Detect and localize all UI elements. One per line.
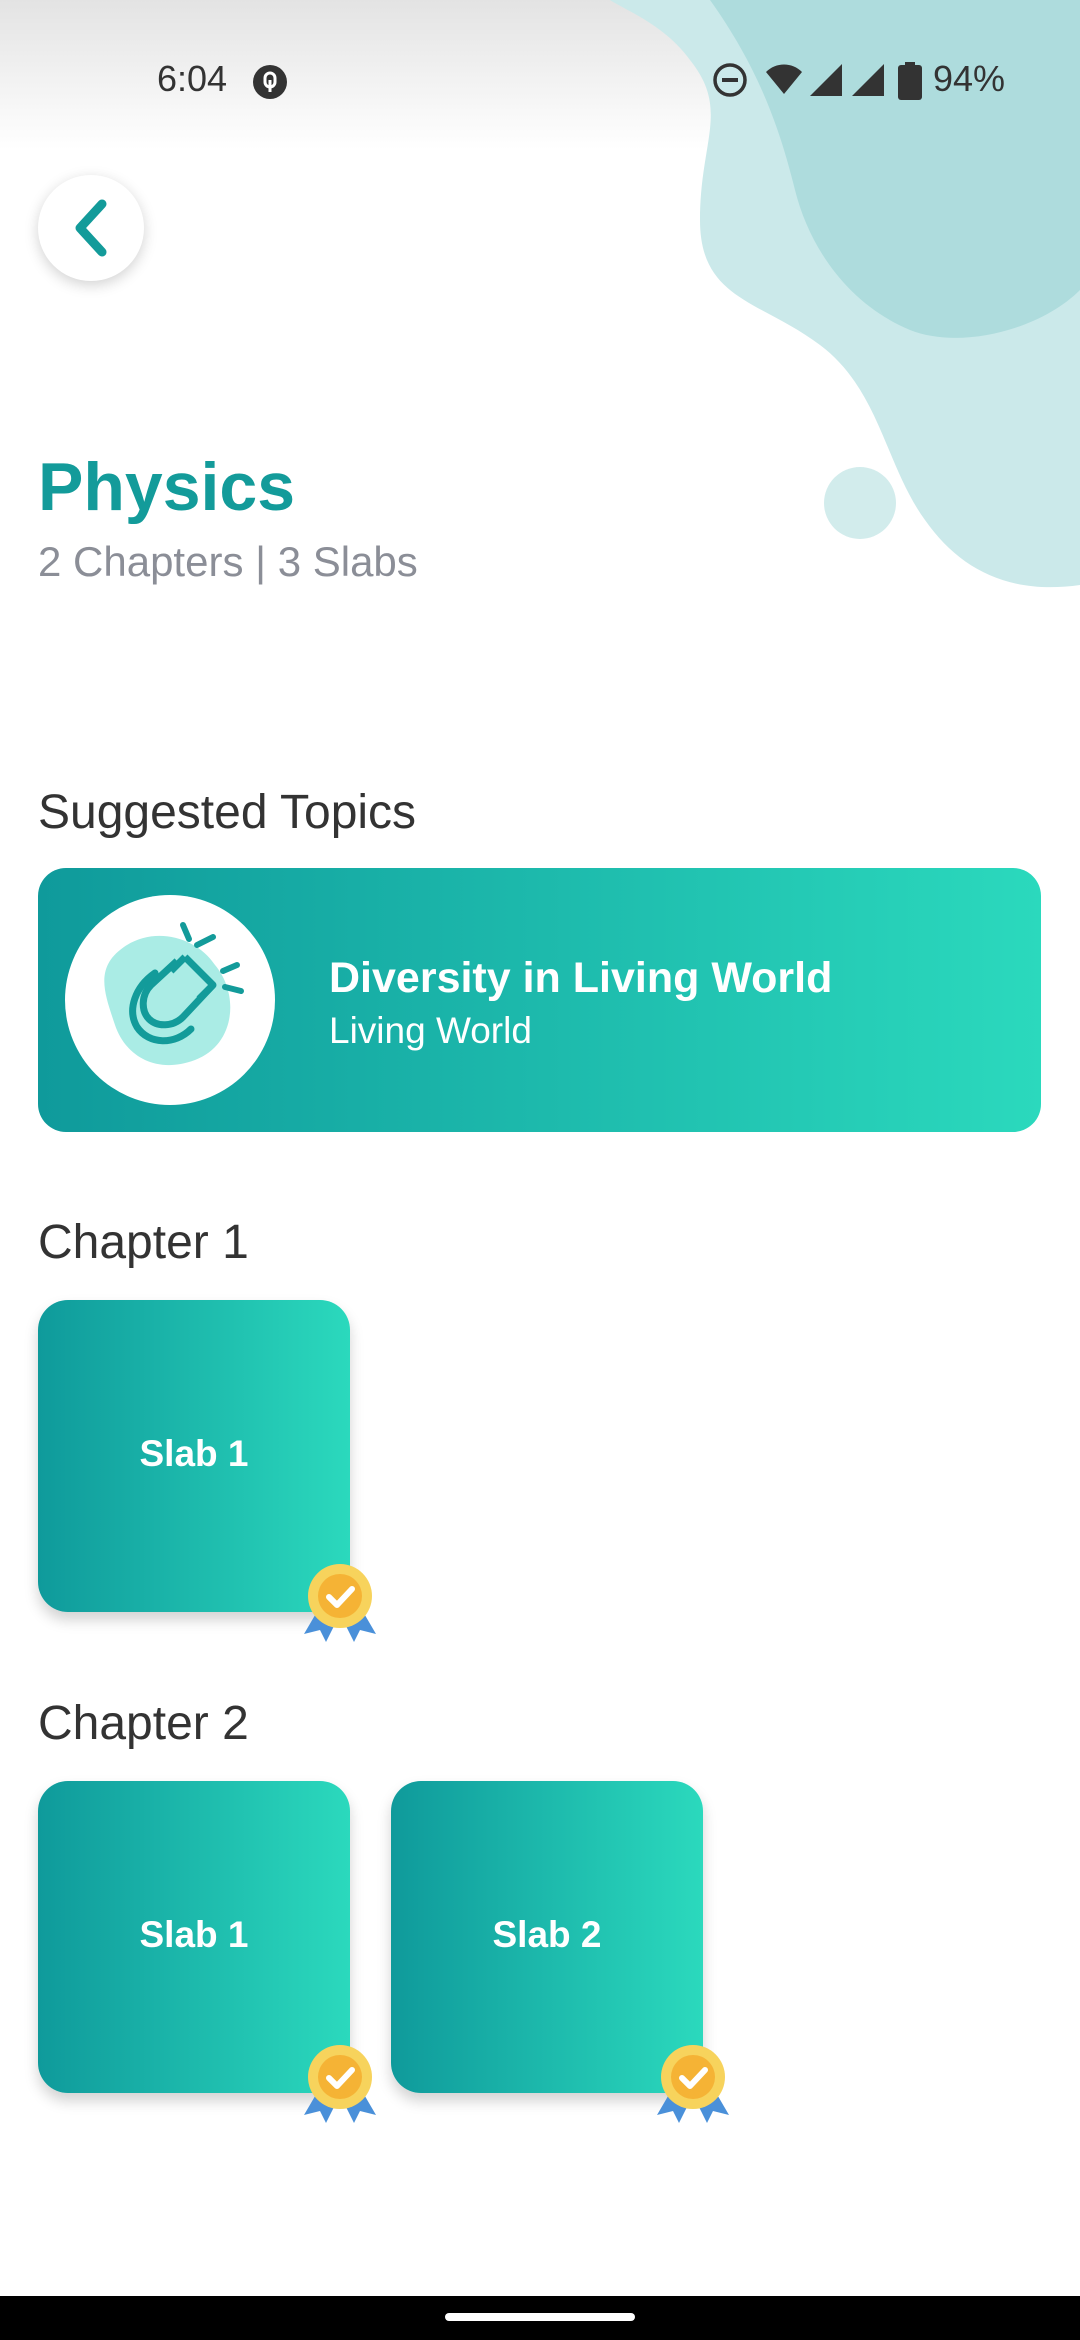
notification-icon <box>253 65 287 99</box>
wifi-icon <box>766 64 802 94</box>
slab-label: Slab 1 <box>139 1433 249 1474</box>
slab-card[interactable]: Slab 1 <box>38 1300 376 1642</box>
slab-label: Slab 1 <box>139 1914 249 1955</box>
completed-badge-icon <box>304 1564 376 1642</box>
do-not-disturb-icon <box>713 63 747 97</box>
chevron-left-icon <box>75 199 107 257</box>
page-title: Physics <box>38 449 296 525</box>
completed-badge-icon <box>304 2045 376 2123</box>
battery-percentage: 94% <box>933 58 1006 99</box>
topic-subtitle: Living World <box>329 1010 532 1051</box>
slab-card[interactable]: Slab 1 <box>38 1781 376 2123</box>
back-button[interactable] <box>38 175 144 281</box>
slab-label: Slab 2 <box>492 1914 602 1955</box>
magnet-icon <box>104 922 244 1066</box>
chapter-heading: Chapter 1 <box>38 1216 249 1269</box>
suggested-topics-heading: Suggested Topics <box>38 786 417 839</box>
signal-icon <box>852 64 884 96</box>
home-gesture-handle[interactable] <box>445 2313 635 2321</box>
status-time: 6:04 <box>157 58 228 99</box>
battery-icon <box>898 62 922 100</box>
suggested-topic-card[interactable]: Diversity in Living World Living World <box>38 868 1041 1132</box>
signal-icon <box>810 64 842 96</box>
completed-badge-icon <box>657 2045 729 2123</box>
navigation-bar <box>0 2296 1080 2340</box>
status-bar: 6:04 94% <box>0 0 1080 165</box>
topic-icon-container <box>65 895 275 1105</box>
page-subtitle: 2 Chapters | 3 Slabs <box>38 538 418 585</box>
topic-title: Diversity in Living World <box>329 954 833 1002</box>
chapter-heading: Chapter 2 <box>38 1697 249 1750</box>
slab-card[interactable]: Slab 2 <box>391 1781 729 2123</box>
